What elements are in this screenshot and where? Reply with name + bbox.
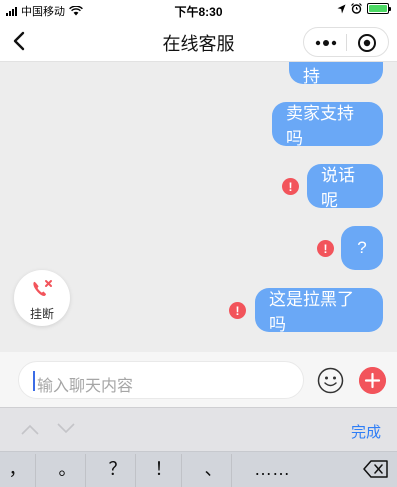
location-icon [337, 4, 346, 13]
status-right [337, 3, 391, 14]
send-failed-icon[interactable]: ! [282, 178, 299, 195]
key-comma[interactable]: ， [0, 454, 36, 487]
message-text: ? [357, 238, 367, 257]
backspace-icon[interactable] [363, 460, 389, 478]
message-text: 哪里支持 [303, 67, 320, 86]
message-text: 这是拉黑了吗 [269, 290, 354, 334]
message-bubble[interactable]: ? [341, 226, 383, 270]
message-text: 说话呢 [321, 166, 355, 210]
chevron-down-icon[interactable] [56, 422, 76, 436]
capsule-divider [346, 34, 347, 51]
message-input-placeholder: 输入聊天内容 [37, 378, 134, 395]
target-close-icon[interactable] [357, 33, 377, 53]
hangup-button[interactable]: 挂断 [14, 270, 70, 326]
composer-bar: 输入聊天内容 [0, 352, 397, 407]
message-bubble[interactable]: 这是拉黑了吗 [255, 288, 383, 334]
emoji-smile-icon[interactable] [317, 367, 344, 394]
more-dots-icon[interactable] [314, 34, 338, 52]
key-exclamation[interactable]: ！ [146, 454, 182, 487]
chat-area[interactable]: 哪里支持 卖家支持吗 ! 说话呢 ! ? 挂断 ! 这是拉黑了吗 [0, 62, 397, 352]
message-bubble[interactable]: 哪里支持 [289, 62, 383, 86]
message-text: 卖家支持吗 [286, 104, 354, 148]
text-caret [33, 371, 35, 391]
done-button[interactable]: 完成 [351, 421, 381, 442]
mini-program-capsule [303, 27, 389, 57]
alarm-icon [351, 3, 362, 14]
battery-icon [367, 3, 391, 14]
hangup-label: 挂断 [29, 307, 54, 321]
keyboard-toolbar: 完成 [0, 407, 397, 451]
key-ellipsis[interactable]: …… [246, 454, 298, 487]
send-failed-icon[interactable]: ! [229, 302, 246, 319]
message-input[interactable]: 输入聊天内容 [18, 361, 304, 399]
battery-level [369, 5, 387, 12]
key-period[interactable]: 。 [50, 454, 86, 487]
nav-bar: 在线客服 [0, 20, 397, 62]
keyboard: ， 。 ？ ！ 、 …… [0, 451, 397, 487]
message-bubble[interactable]: 说话呢 [307, 164, 383, 210]
status-bar: 中国移动 下午8:30 [0, 0, 397, 20]
key-question[interactable]: ？ [100, 454, 136, 487]
phone-hangup-icon [33, 280, 52, 296]
plus-icon[interactable] [359, 367, 386, 394]
message-bubble[interactable]: 卖家支持吗 [272, 102, 383, 148]
send-failed-icon[interactable]: ! [317, 240, 334, 257]
key-enumeration-comma[interactable]: 、 [196, 454, 232, 487]
chevron-up-icon[interactable] [20, 422, 40, 436]
